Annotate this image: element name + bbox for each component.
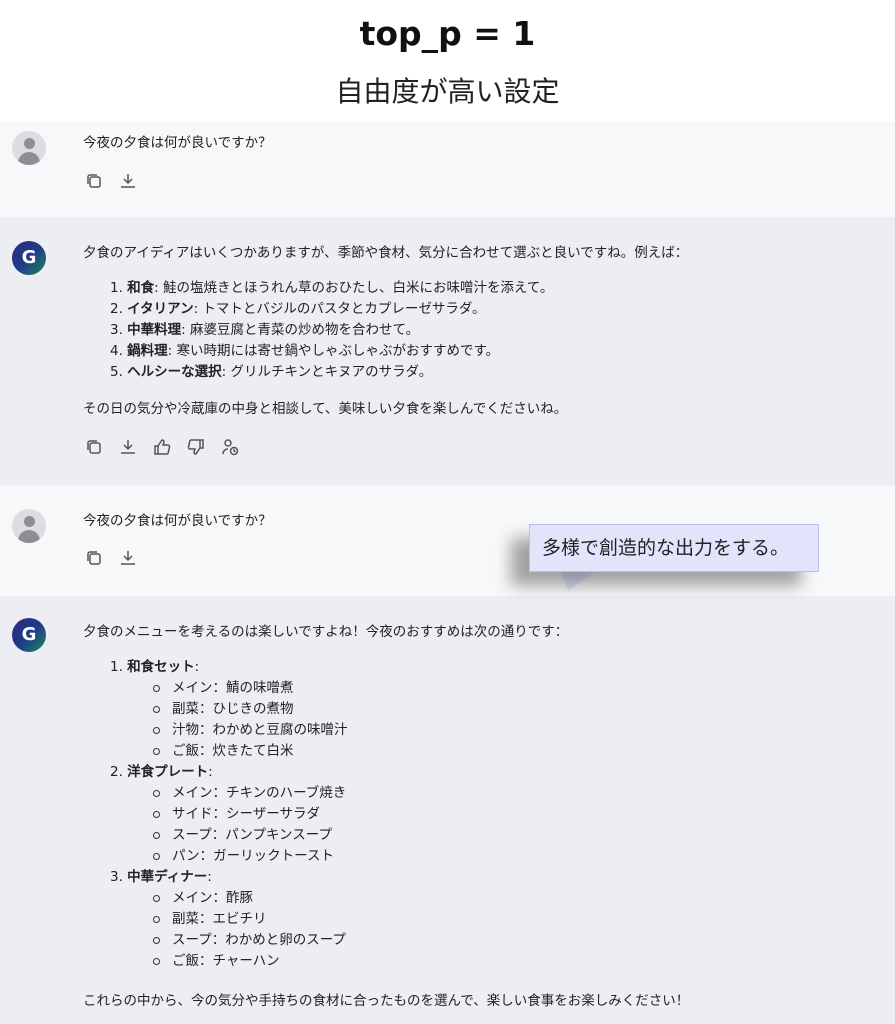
sub-list-item: サイド：シーザーサラダ [110, 804, 348, 825]
list-item: 1. 和食: 鮭の塩焼きとほうれん草のおひたし、白米にお味噌汁を添えて。 [110, 280, 554, 296]
sub-list-item: メイン：酢豚 [110, 888, 348, 909]
user-avatar [12, 509, 46, 543]
user-actions [84, 170, 138, 192]
list-item: 3. 中華ディナー: [110, 869, 212, 885]
slide-header: top_p = 1 自由度が高い設定 [0, 0, 895, 122]
page-subtitle: 自由度が高い設定 [335, 75, 560, 108]
callout-tail [560, 571, 596, 591]
copy-icon[interactable] [84, 171, 104, 191]
assistant-intro: 夕食のメニューを考えるのは楽しいですよね！今夜のおすすめは次の通りです： [83, 624, 569, 640]
assistant-avatar: G [12, 241, 46, 275]
sub-list-item: スープ：わかめと卵のスープ [110, 930, 348, 951]
sub-list-item: 汁物：わかめと豆腐の味噌汁 [110, 720, 348, 741]
copy-icon[interactable] [84, 548, 104, 568]
list-item: 2. イタリアン: トマトとバジルのパスタとカプレーゼサラダ。 [110, 301, 486, 317]
sub-list-item: ご飯：炊きたて白米 [110, 741, 348, 762]
list-item: 1. 和食セット: [110, 659, 200, 675]
callout-annotation: 多様で創造的な出力をする。 [529, 524, 819, 572]
sub-list-item: メイン：チキンのハーブ焼き [110, 783, 348, 804]
sub-list-item: 副菜：ひじきの煮物 [110, 699, 348, 720]
menu-list: 1. 和食セット: メイン：鯖の味噌煮 副菜：ひじきの煮物 汁物：わかめと豆腐の… [110, 657, 348, 972]
user-message-text: 今夜の夕食は何が良いですか？ [83, 513, 272, 529]
assistant-intro: 夕食のアイディアはいくつかありますが、季節や食材、気分に合わせて選ぶと良いですね… [83, 245, 689, 261]
copy-icon[interactable] [84, 437, 104, 457]
download-icon[interactable] [118, 171, 138, 191]
page-title: top_p = 1 [359, 14, 536, 53]
assistant-message-2: G 夕食のメニューを考えるのは楽しいですよね！今夜のおすすめは次の通りです： 1… [0, 596, 895, 1024]
list-item: 4. 鍋料理: 寒い時期には寄せ鍋やしゃぶしゃぶがおすすめです。 [110, 343, 500, 359]
user-message-text: 今夜の夕食は何が良いですか？ [83, 135, 272, 151]
user-actions [84, 547, 138, 569]
assistant-outro: その日の気分や冷蔵庫の中身と相談して、美味しい夕食を楽しんでくださいね。 [83, 401, 568, 417]
user-message-1: 今夜の夕食は何が良いですか？ [0, 122, 895, 217]
thumbs-up-icon[interactable] [152, 437, 172, 457]
list-item: 5. ヘルシーな選択: グリルチキンとキヌアのサラダ。 [110, 364, 433, 380]
assistant-outro: これらの中から、今の気分や手持ちの食材に合ったものを選んで、楽しい食事をお楽しみ… [83, 993, 690, 1009]
sub-list-item: スープ：パンプキンスープ [110, 825, 348, 846]
user-avatar [12, 131, 46, 165]
download-icon[interactable] [118, 437, 138, 457]
sub-list-item: パン：ガーリックトースト [110, 846, 348, 867]
list-item: 2. 洋食プレート: [110, 764, 213, 780]
list-item: 3. 中華料理: 麻婆豆腐と青菜の炒め物を合わせて。 [110, 322, 420, 338]
sub-list-item: メイン：鯖の味噌煮 [110, 678, 348, 699]
sub-list-item: ご飯：チャーハン [110, 951, 348, 972]
download-icon[interactable] [118, 548, 138, 568]
assistant-message-1: G 夕食のアイディアはいくつかありますが、季節や食材、気分に合わせて選ぶと良いで… [0, 217, 895, 485]
assistant-actions [84, 436, 240, 458]
sub-list-item: 副菜：エビチリ [110, 909, 348, 930]
share-icon[interactable] [220, 437, 240, 457]
thumbs-down-icon[interactable] [186, 437, 206, 457]
suggestion-list: 1. 和食: 鮭の塩焼きとほうれん草のおひたし、白米にお味噌汁を添えて。 2. … [110, 278, 553, 383]
assistant-avatar: G [12, 618, 46, 652]
